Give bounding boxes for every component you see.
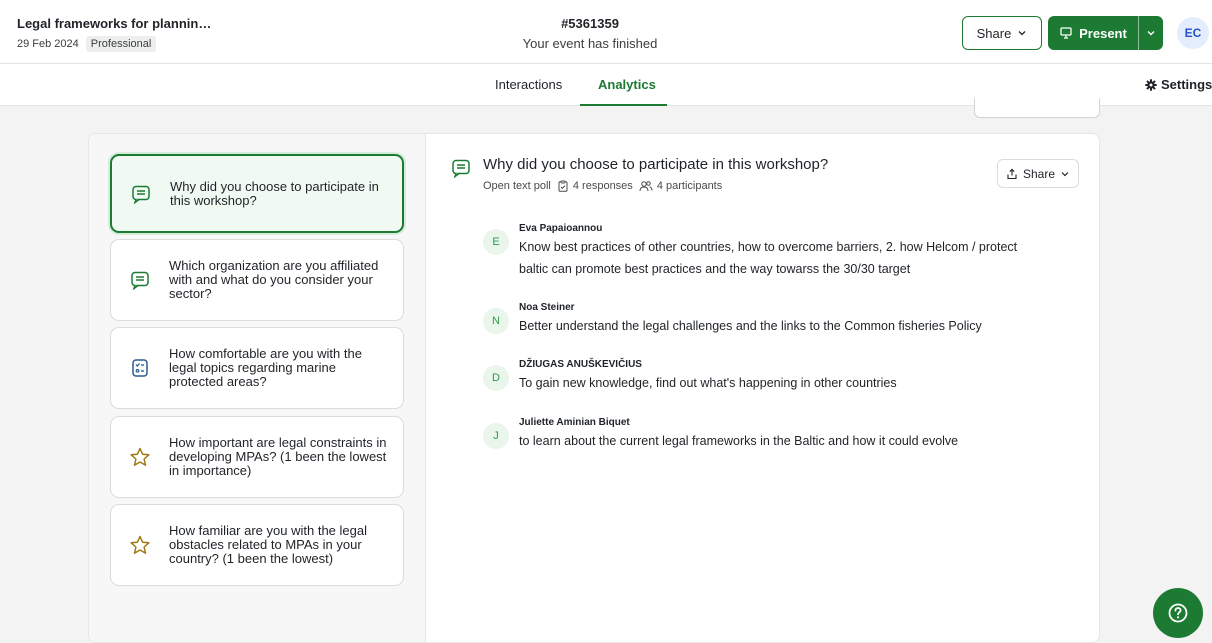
respondent-name: Juliette Aminian Biquet	[519, 417, 630, 428]
present-options-button[interactable]	[1138, 16, 1163, 50]
poll-type: Open text poll	[483, 180, 551, 192]
avatar: D	[483, 365, 509, 391]
chevron-down-icon	[1018, 31, 1026, 36]
settings-button[interactable]: Settings	[1145, 77, 1212, 92]
active-tab-indicator	[580, 104, 667, 106]
poll-question: Why did you choose to participate in thi…	[170, 178, 379, 208]
event-meta: 29 Feb 2024 Professional	[17, 36, 157, 52]
users-icon	[639, 181, 653, 192]
present-button-group: Present	[1048, 16, 1163, 50]
poll-item[interactable]: Which organization are you affiliated wi…	[110, 239, 404, 321]
response-text: Better understand the legal challenges a…	[519, 319, 982, 333]
responses-label: 4 responses	[572, 180, 633, 192]
respondent-name: DŽIUGAS ANUŠKEVIČIUS	[519, 359, 642, 370]
settings-label: Settings	[1161, 77, 1212, 92]
chat-icon	[111, 270, 169, 290]
scrolled-share-insights-button[interactable]	[974, 98, 1100, 118]
poll-question: How important are legal constraints in d…	[169, 435, 387, 478]
respondent-name: Noa Steiner	[519, 302, 575, 313]
response-text: Know best practices of other countries, …	[519, 240, 1018, 276]
participants-count: 4 participants	[639, 180, 722, 192]
chat-icon	[112, 184, 170, 204]
participants-label: 4 participants	[656, 180, 723, 192]
plan-badge: Professional	[85, 36, 157, 52]
poll-list: Why did you choose to participate in thi…	[89, 134, 426, 642]
poll-item[interactable]: How familiar are you with the legal obst…	[110, 504, 404, 586]
avatar: N	[483, 308, 509, 334]
avatar: J	[483, 423, 509, 449]
poll-question: How familiar are you with the legal obst…	[169, 523, 367, 566]
chat-icon	[451, 158, 471, 183]
response-text: To gain new knowledge, find out what's h…	[519, 376, 897, 390]
present-label: Present	[1079, 25, 1127, 41]
question-icon	[1168, 603, 1188, 623]
response-text: to learn about the current legal framewo…	[519, 434, 959, 448]
poll-insights-card: Why did you choose to participate in thi…	[88, 133, 1100, 643]
multiple-choice-icon	[111, 358, 169, 378]
share-poll-button[interactable]: Share	[997, 159, 1079, 188]
respondent-name: Eva Papaioannou	[519, 223, 603, 234]
top-bar: Legal frameworks for plannin… 29 Feb 202…	[0, 0, 1212, 64]
chevron-down-icon	[1061, 171, 1069, 176]
gear-icon	[1145, 78, 1157, 91]
responses-count: 4 responses	[557, 180, 633, 192]
poll-item[interactable]: How important are legal constraints in d…	[110, 416, 404, 498]
event-code: #5361359	[561, 16, 619, 31]
event-title[interactable]: Legal frameworks for plannin…	[17, 16, 211, 31]
event-status: Your event has finished	[522, 36, 658, 51]
share-button[interactable]: Share	[962, 16, 1042, 50]
help-button[interactable]	[1153, 588, 1203, 638]
poll-item[interactable]: How comfortable are you with the legal t…	[110, 327, 404, 409]
event-info: #5361359 Your event has finished	[490, 16, 690, 51]
poll-question: Which organization are you affiliated wi…	[169, 258, 379, 301]
presentation-icon	[1060, 27, 1072, 39]
tab-analytics[interactable]: Analytics	[598, 77, 656, 92]
poll-question: How comfortable are you with the legal t…	[169, 346, 362, 389]
share-label: Share	[976, 25, 1012, 41]
avatar: E	[483, 229, 509, 255]
event-date: 29 Feb 2024	[17, 38, 79, 50]
poll-title: Why did you choose to participate in thi…	[483, 156, 829, 173]
present-button[interactable]: Present	[1048, 16, 1138, 50]
star-icon	[111, 534, 169, 556]
chevron-down-icon	[1147, 31, 1155, 36]
star-icon	[111, 446, 169, 468]
clipboard-icon	[558, 180, 568, 192]
poll-item[interactable]: Why did you choose to participate in thi…	[110, 154, 404, 233]
tab-interactions[interactable]: Interactions	[495, 77, 562, 92]
share-icon	[1007, 168, 1017, 179]
poll-meta: Open text poll 4 responses 4 participant…	[483, 180, 722, 192]
user-avatar[interactable]: EC	[1177, 17, 1209, 49]
share-label: Share	[1022, 166, 1056, 181]
